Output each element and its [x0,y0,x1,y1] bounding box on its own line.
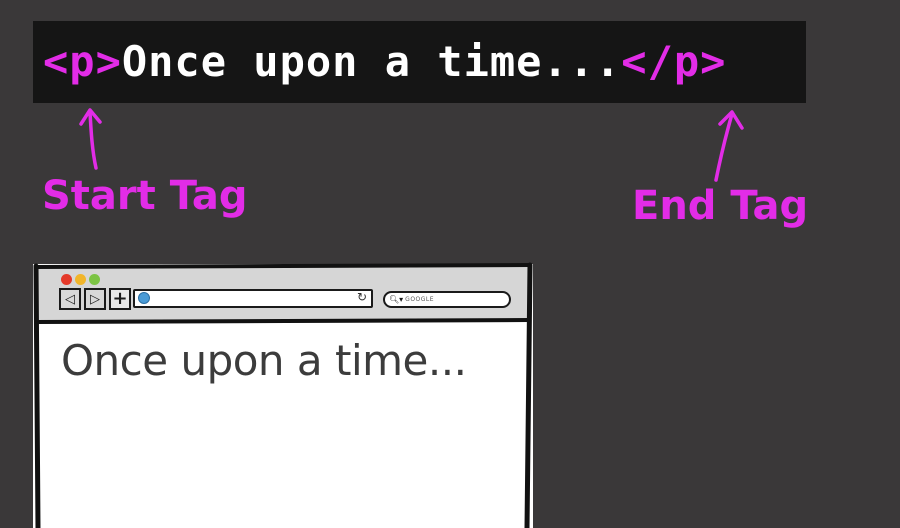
minimize-window-icon[interactable] [75,274,86,285]
start-tag-label: Start Tag [42,173,248,219]
search-input[interactable]: 🔍︎▾ Google [383,291,511,308]
code-content: Once upon a time... [121,37,622,86]
close-window-icon[interactable] [61,274,72,285]
code-line: <p>Once upon a time...</p> [43,41,726,83]
code-snippet: <p>Once upon a time...</p> [33,21,806,103]
rendered-paragraph: Once upon a time... [61,336,467,385]
browser-window: ◁ ▷ + ↻ 🔍︎▾ Google Once upon a time... [33,262,533,528]
globe-icon [138,292,150,304]
back-arrow-icon: ◁ [65,291,75,307]
end-tag-arrow-icon [714,110,744,182]
plus-icon: + [112,288,128,309]
forward-button[interactable]: ▷ [84,288,106,310]
search-icon: 🔍︎▾ [389,294,404,304]
start-tag-arrow-icon [79,108,102,170]
search-placeholder: Google [405,296,435,303]
back-button[interactable]: ◁ [59,288,81,310]
forward-arrow-icon: ▷ [90,291,100,307]
address-bar[interactable]: ↻ [133,289,373,308]
end-tag-code: </p> [621,37,727,86]
end-tag-label: End Tag [632,183,809,229]
new-tab-button[interactable]: + [109,288,131,310]
reload-icon[interactable]: ↻ [357,290,367,304]
start-tag-code: <p> [43,37,122,86]
maximize-window-icon[interactable] [89,274,100,285]
